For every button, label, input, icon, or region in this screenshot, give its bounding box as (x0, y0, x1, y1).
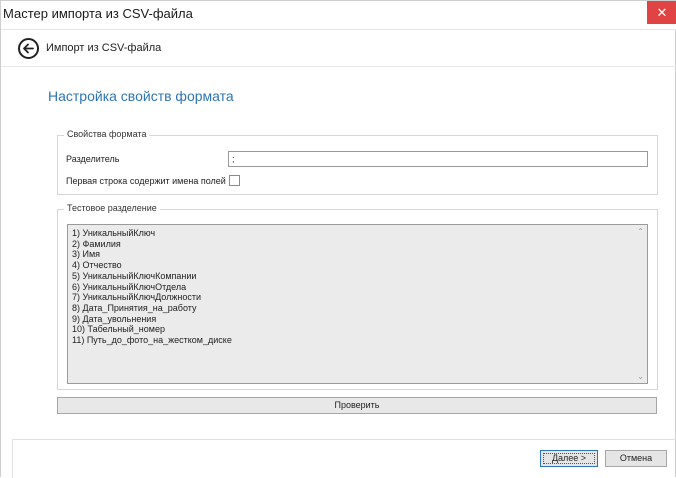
test-split-legend: Тестовое разделение (64, 203, 160, 213)
window-title: Мастер импорта из CSV-файла (3, 6, 193, 21)
list-item: 11) Путь_до_фото_на_жестком_диске (72, 335, 232, 346)
check-button[interactable]: Проверить (57, 397, 657, 414)
cancel-button[interactable]: Отмена (605, 450, 667, 467)
list-item: 9) Дата_увольнения (72, 313, 157, 324)
list-item: 1) УникальныйКлюч (72, 228, 156, 238)
split-preview-list[interactable]: 1) УникальныйКлюч 2) Фамилия 3) Имя 4) О… (67, 224, 648, 384)
footer-divider (12, 439, 676, 440)
format-properties-group: Свойства формата Разделитель ; Первая ст… (57, 129, 658, 195)
list-item: 8) Дата_Принятия_на_работу (72, 302, 197, 313)
separator-input[interactable]: ; (228, 151, 648, 167)
footer-edge (12, 439, 13, 478)
close-button[interactable]: ✕ (647, 1, 676, 24)
list-item: 7) УникальныйКлючДолжности (72, 292, 201, 303)
back-button[interactable] (18, 38, 39, 59)
next-button[interactable]: Далее > (540, 450, 598, 467)
import-wizard-window: Мастер импорта из CSV-файла ✕ Импорт из … (0, 0, 676, 478)
first-row-label: Первая строка содержит имена полей (66, 176, 226, 186)
separator-label: Разделитель (66, 154, 120, 164)
list-item: 2) Фамилия (72, 238, 121, 249)
list-item: 10) Табельный_номер (72, 324, 165, 335)
list-item: 4) Отчество (72, 260, 122, 271)
breadcrumb: Импорт из CSV-файла (46, 42, 162, 54)
list-item: 3) Имя (72, 249, 101, 260)
test-split-group: Тестовое разделение 1) УникальныйКлюч 2)… (57, 203, 658, 390)
arrow-left-icon (23, 43, 34, 54)
list-item: 6) УникальныйКлючОтдела (72, 281, 187, 292)
wizard-header: Импорт из CSV-файла (1, 31, 676, 67)
scroll-up-icon[interactable]: ⌃ (637, 227, 644, 236)
first-row-checkbox[interactable] (229, 175, 240, 186)
focus-ring (543, 453, 595, 464)
list-item: 5) УникальныйКлючКомпании (72, 270, 197, 281)
page-title: Настройка свойств формата (48, 88, 234, 104)
scroll-down-icon[interactable]: ⌄ (637, 372, 644, 381)
title-bar: Мастер импорта из CSV-файла ✕ (1, 1, 676, 30)
format-properties-legend: Свойства формата (64, 129, 150, 139)
